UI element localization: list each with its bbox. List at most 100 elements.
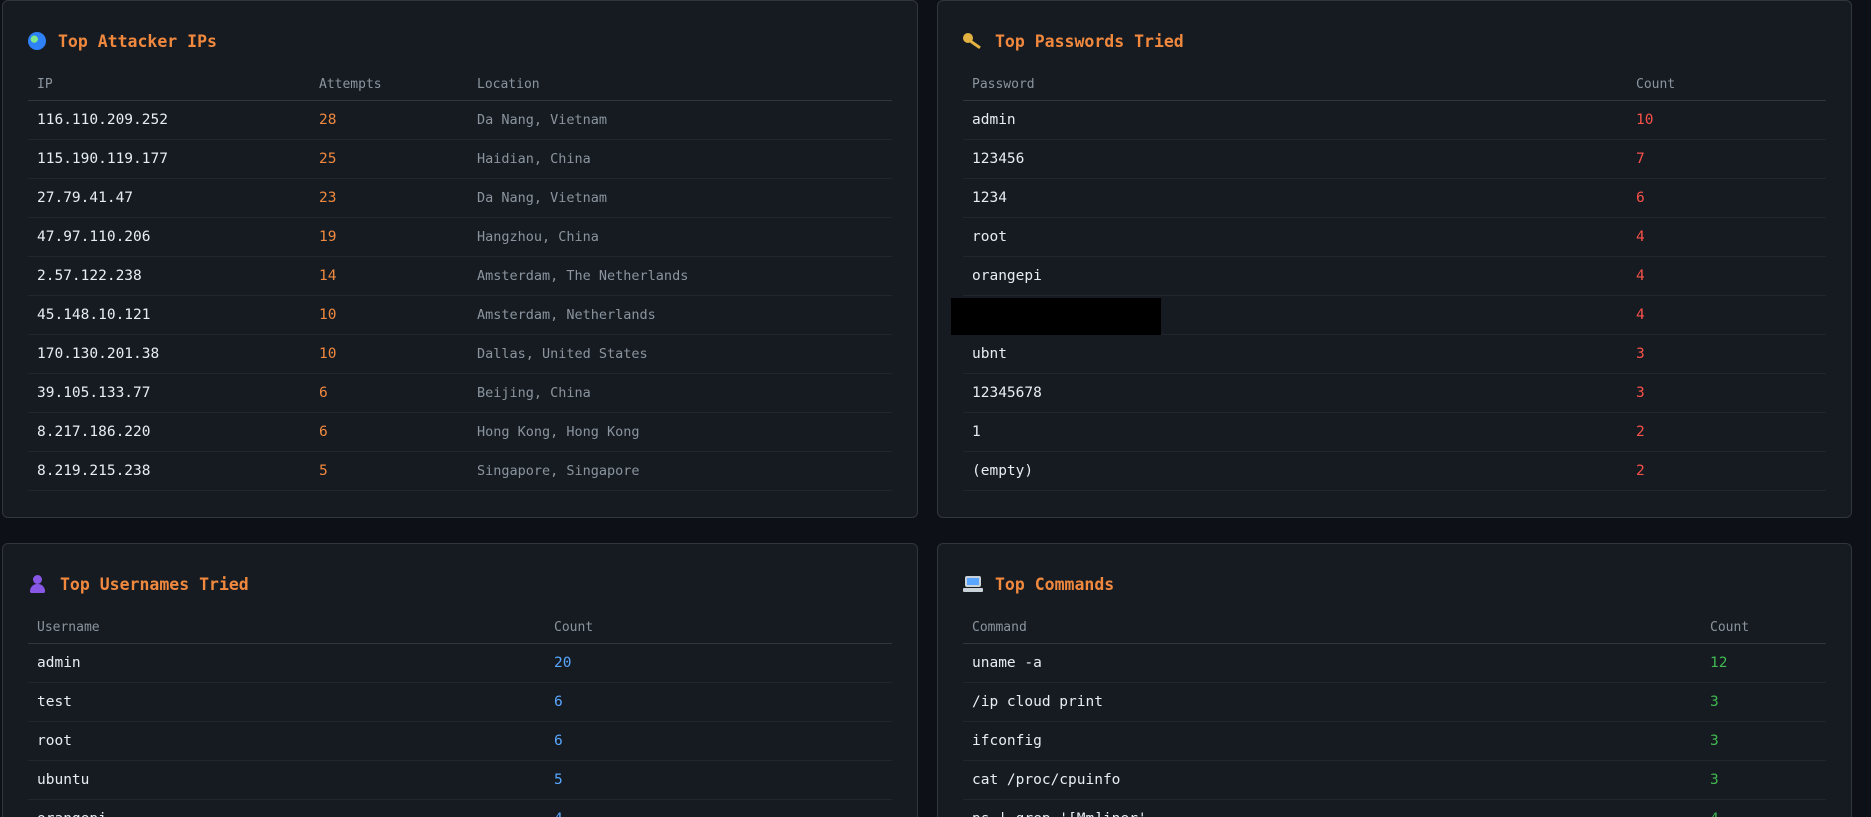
table-row[interactable]: 47.97.110.206 19 Hangzhou, China	[28, 217, 892, 257]
table-row[interactable]: orangepi4	[28, 799, 892, 817]
command-cell: /ip cloud print	[963, 682, 1701, 722]
table-row[interactable]: test 6	[28, 682, 892, 722]
count-cell: 6	[545, 682, 892, 722]
count-cell: 6	[545, 721, 892, 761]
table-row[interactable]: ifconfig 3	[963, 721, 1826, 761]
table-row[interactable]: /ip cloud print 3	[963, 682, 1826, 722]
table-row[interactable]: 1234 6	[963, 178, 1826, 218]
count-cell: 4	[1701, 799, 1826, 817]
attempts-cell: 14	[310, 256, 468, 296]
table-header-row: Username Count	[28, 612, 892, 644]
count-cell: 3	[1701, 682, 1826, 722]
table-row[interactable]: 8.217.186.220 6 Hong Kong, Hong Kong	[28, 412, 892, 452]
count-cell: 5	[545, 760, 892, 800]
table-row[interactable]: 39.105.133.77 6 Beijing, China	[28, 373, 892, 413]
table-row[interactable]: 12345678 3	[963, 373, 1826, 413]
column-header-count[interactable]: Count	[1627, 69, 1826, 101]
panel-title-text: Top Attacker IPs	[58, 31, 217, 51]
attempts-cell: 19	[310, 217, 468, 257]
panel-title-text: Top Usernames Tried	[60, 574, 249, 594]
ip-cell: 45.148.10.121	[28, 295, 310, 335]
usernames-table: Username Count admin20test6root6ubuntu5o…	[28, 612, 892, 817]
username-cell: root	[28, 721, 545, 761]
location-cell: Singapore, Singapore	[468, 451, 892, 491]
ip-cell: 27.79.41.47	[28, 178, 310, 218]
panel-title: Top Commands	[963, 573, 1826, 595]
table-row[interactable]: ubnt 3	[963, 334, 1826, 374]
table-row[interactable]: ps | grep '[Mm]iner'4	[963, 799, 1826, 817]
attempts-cell: 10	[310, 334, 468, 374]
password-cell: root	[963, 217, 1627, 257]
username-cell: test	[28, 682, 545, 722]
top-commands-panel: Top Commands Command Count uname -a 12/ip…	[937, 543, 1852, 817]
ip-cell: 115.190.119.177	[28, 139, 310, 179]
table-row[interactable]: admin 20	[28, 643, 892, 683]
count-cell: 3	[1627, 334, 1826, 374]
table-row[interactable]: orangepi4	[963, 256, 1826, 296]
column-header-attempts[interactable]: Attempts	[310, 69, 468, 101]
table-row[interactable]: 45.148.10.121 10 Amsterdam, Netherlands	[28, 295, 892, 335]
count-cell: 20	[545, 643, 892, 683]
ip-cell: 2.57.122.238	[28, 256, 310, 296]
column-header-username[interactable]: Username	[28, 612, 545, 644]
location-cell: Hangzhou, China	[468, 217, 892, 257]
attacker-ips-table: IP Attempts Location 116.110.209.252 28 Da…	[28, 69, 892, 491]
table-row[interactable]: admin 10	[963, 100, 1826, 140]
count-cell: 3	[1701, 760, 1826, 800]
password-cell: 1234	[963, 178, 1627, 218]
table-row[interactable]: 115.190.119.177 25 Haidian, China	[28, 139, 892, 179]
column-header-location[interactable]: Location	[468, 69, 892, 101]
table-row[interactable]: 170.130.201.38 10 Dallas, United States	[28, 334, 892, 374]
count-cell: 7	[1627, 139, 1826, 179]
ip-cell: 8.217.186.220	[28, 412, 310, 452]
column-header-count[interactable]: Count	[1701, 612, 1826, 644]
table-row[interactable]: 116.110.209.252 28 Da Nang, Vietnam	[28, 100, 892, 140]
password-cell: (empty)	[963, 451, 1627, 491]
commands-body: uname -a 12/ip cloud print 3 ifconfig 3 cat /…	[963, 643, 1826, 817]
count-cell: 3	[1701, 721, 1826, 761]
attempts-cell: 6	[310, 373, 468, 413]
password-cell: 123456	[963, 139, 1627, 179]
column-header-ip[interactable]: IP	[28, 69, 310, 101]
command-cell: ps | grep '[Mm]iner'	[963, 799, 1701, 817]
table-header-row: Password Count	[963, 69, 1826, 101]
column-header-count[interactable]: Count	[545, 612, 892, 644]
column-header-password[interactable]: Password	[963, 69, 1627, 101]
password-cell: admin	[963, 100, 1627, 140]
command-cell: uname -a	[963, 643, 1701, 683]
user-icon	[28, 574, 48, 594]
column-header-command[interactable]: Command	[963, 612, 1701, 644]
top-attacker-ips-panel: Top Attacker IPs IP Attempts Location 11…	[2, 0, 918, 518]
table-header-row: Command Count	[963, 612, 1826, 644]
table-row[interactable]: 123456 7	[963, 139, 1826, 179]
command-cell: cat /proc/cpuinfo	[963, 760, 1701, 800]
location-cell: Dallas, United States	[468, 334, 892, 374]
ip-cell: 170.130.201.38	[28, 334, 310, 374]
table-row[interactable]: cat /proc/cpuinfo 3	[963, 760, 1826, 800]
count-cell: 6	[1627, 178, 1826, 218]
table-row[interactable]: root 6	[28, 721, 892, 761]
table-row[interactable]: ubuntu 5	[28, 760, 892, 800]
table-row[interactable]: uname -a 12	[963, 643, 1826, 683]
location-cell: Beijing, China	[468, 373, 892, 413]
table-row[interactable]: 2.57.122.238 14 Amsterdam, The Netherlands	[28, 256, 892, 296]
table-row[interactable]: (empty) 2	[963, 451, 1826, 491]
attempts-cell: 25	[310, 139, 468, 179]
count-cell: 2	[1627, 451, 1826, 491]
location-cell: Amsterdam, The Netherlands	[468, 256, 892, 296]
table-row[interactable]: 8.219.215.238 5 Singapore, Singapore	[28, 451, 892, 491]
location-cell: Da Nang, Vietnam	[468, 178, 892, 218]
table-row[interactable]: root 4	[963, 217, 1826, 257]
commands-table: Command Count uname -a 12/ip cloud print 3…	[963, 612, 1826, 817]
attempts-cell: 28	[310, 100, 468, 140]
table-row[interactable]: 27.79.41.47 23 Da Nang, Vietnam	[28, 178, 892, 218]
location-cell: Haidian, China	[468, 139, 892, 179]
top-usernames-panel: Top Usernames Tried Username Count admin…	[2, 543, 918, 817]
ip-cell: 8.219.215.238	[28, 451, 310, 491]
password-cell: orangepi	[963, 256, 1627, 296]
attempts-cell: 23	[310, 178, 468, 218]
table-row[interactable]: 12	[963, 412, 1826, 452]
username-cell: orangepi	[28, 799, 545, 817]
attempts-cell: 5	[310, 451, 468, 491]
attempts-cell: 10	[310, 295, 468, 335]
